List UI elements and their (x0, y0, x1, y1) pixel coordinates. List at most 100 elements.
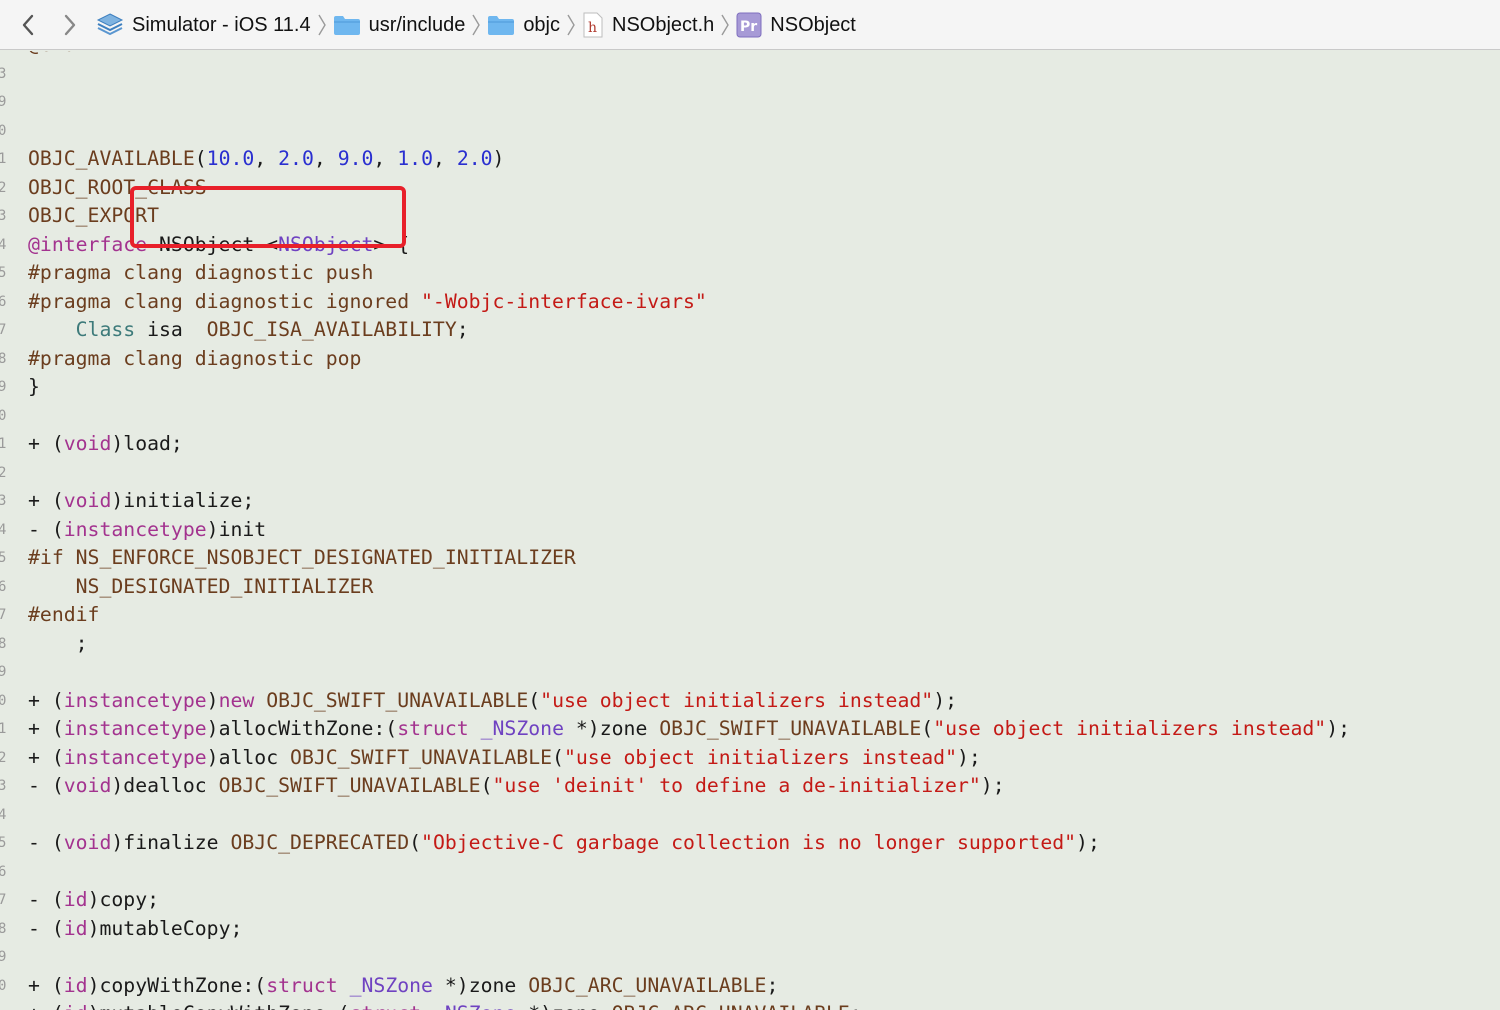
code-token: , (313, 147, 338, 170)
code-line: #pragma clang diagnostic pop (28, 345, 1350, 374)
code-token: instancetype (63, 517, 207, 541)
code-token: + ( (28, 688, 64, 712)
code-token: OBJC_SWIFT_UNAVAILABLE (290, 745, 553, 769)
line-number: 7 (0, 322, 7, 338)
code-token: Class (75, 318, 136, 341)
code-token: ( (480, 774, 493, 797)
code-token: ; (766, 973, 779, 997)
breadcrumb-header-file[interactable]: h NSObject.h (582, 12, 714, 38)
line-number: 4 (0, 236, 7, 253)
code-token: _NSZone (349, 973, 433, 997)
code-token: "-Wobjc-interface-ivars" (421, 289, 707, 313)
line-number: 5 (0, 550, 7, 566)
code-line: #pragma clang diagnostic ignored "-Wobjc… (28, 288, 1350, 317)
code-token: instancetype (63, 745, 207, 769)
code-token: - ( (28, 774, 64, 797)
code-token: 1.0 (397, 147, 433, 170)
line-number: 9 (0, 94, 7, 110)
code-token: ( (552, 745, 564, 769)
code-token: - ( (28, 831, 64, 854)
code-token: "use object initializers instead" (540, 688, 934, 712)
code-token: + ( (28, 717, 64, 740)
code-token: "Objective-C garbage collection is no lo… (421, 831, 1077, 854)
code-token: ); (1326, 717, 1351, 740)
code-token: ; (456, 318, 469, 341)
code-line: + (id)mutableCopyWithZone:(struct _NSZon… (28, 1000, 1350, 1010)
code-token: )initialize; (111, 489, 255, 512)
jump-bar: Simulator - iOS 11.4 usr/include objc h … (0, 0, 1500, 50)
code-token: ); (980, 774, 1005, 797)
code-line: OBJC_AVAILABLE(10.0, 2.0, 9.0, 1.0, 2.0) (28, 145, 1350, 174)
code-token: )mutableCopy; (87, 916, 243, 940)
line-number: 5 (0, 265, 7, 281)
code-token: OBJC_SWIFT_UNAVAILABLE (266, 688, 529, 712)
code-token: - ( (28, 888, 64, 911)
code-token: 9.0 (337, 147, 374, 170)
code-token: ( (528, 688, 541, 712)
code-token: OBJC_AVAILABLE (28, 147, 195, 170)
code-line: - (id)mutableCopy; (28, 915, 1350, 944)
code-token: ); (1076, 831, 1100, 854)
code-line: #endif (28, 601, 1350, 630)
code-token: instancetype (63, 717, 207, 740)
code-token: OBJC_DEPRECATED (230, 831, 410, 854)
code-token: void (63, 489, 112, 512)
breadcrumb-label: Simulator - iOS 11.4 (132, 13, 311, 36)
back-button[interactable] (14, 8, 42, 42)
line-number: 0 (0, 407, 7, 424)
breadcrumb-usr-include[interactable]: usr/include (333, 14, 465, 37)
chevron-left-icon (22, 14, 34, 36)
code-token: + ( (28, 1002, 64, 1010)
line-number: 0 (0, 122, 7, 139)
code-line: - (id)copy; (28, 886, 1350, 915)
code-line: Class isa OBJC_ISA_AVAILABILITY; (28, 316, 1350, 345)
svg-text:h: h (588, 20, 597, 36)
line-number: 4 (0, 806, 7, 823)
code-token: ; (850, 1002, 862, 1010)
code-token: void (63, 432, 112, 455)
code-token: + ( (28, 745, 64, 769)
protocol-icon: Pr (736, 12, 762, 38)
line-number: 2 (0, 749, 7, 766)
code-token: - ( (28, 517, 64, 541)
code-token: )allocWithZone:( (206, 717, 398, 740)
code-token: ) (206, 688, 219, 712)
code-token: )alloc (206, 745, 291, 769)
breadcrumb-nsobject[interactable]: Pr NSObject (736, 12, 856, 38)
chevron-right-icon (471, 13, 481, 37)
line-number: 7 (0, 607, 7, 623)
line-number: 0 (0, 692, 7, 709)
line-number: 6 (0, 578, 7, 595)
code-line: + (void)initialize; (28, 487, 1350, 516)
breadcrumb-objc[interactable]: objc (487, 14, 560, 37)
code-line: + (void)load; (28, 430, 1350, 459)
chevron-right-icon (317, 13, 327, 37)
line-number: 1 (0, 151, 7, 167)
code-token: #pragma clang diagnostic push (28, 261, 374, 284)
code-token: OBJC_SWIFT_UNAVAILABLE (659, 717, 922, 740)
breadcrumb-label: NSObject (770, 13, 856, 36)
code-token: , (432, 147, 457, 170)
folder-icon (333, 14, 361, 36)
breadcrumb-sdk[interactable]: Simulator - iOS 11.4 (96, 12, 311, 38)
chevron-right-icon (720, 13, 730, 37)
code-token: "use 'deinit' to define a de-initializer… (492, 774, 981, 797)
forward-button[interactable] (56, 8, 84, 42)
code-token: isa (135, 318, 207, 341)
code-token: 2.0 (278, 147, 314, 170)
svg-text:Pr: Pr (740, 19, 757, 35)
code-token: *)zone (563, 717, 660, 740)
code-token: ( (921, 717, 934, 740)
code-token: NS_DESIGNATED_INITIALIZER (75, 574, 374, 598)
line-number: 8 (0, 920, 7, 937)
